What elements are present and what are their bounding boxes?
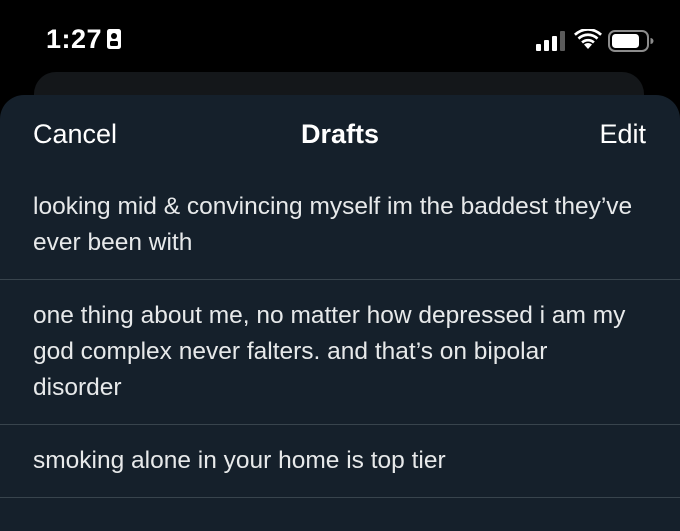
status-bar: 1:27 bbox=[0, 0, 680, 80]
drafts-list: looking mid & convincing myself im the b… bbox=[0, 175, 680, 498]
edit-button[interactable]: Edit bbox=[599, 119, 646, 150]
screen: 1:27 Cancel Drafts Edit looking mid & co… bbox=[0, 0, 680, 531]
badge-icon bbox=[107, 29, 121, 49]
cellular-signal-icon bbox=[536, 31, 565, 51]
draft-item[interactable]: one thing about me, no matter how depres… bbox=[0, 280, 680, 425]
battery-icon bbox=[608, 30, 654, 52]
status-time: 1:27 bbox=[46, 24, 103, 54]
drafts-nav-bar: Cancel Drafts Edit bbox=[0, 95, 680, 175]
page-title: Drafts bbox=[300, 119, 380, 149]
drafts-sheet: Cancel Drafts Edit looking mid & convinc… bbox=[0, 95, 680, 531]
draft-item[interactable]: looking mid & convincing myself im the b… bbox=[0, 175, 680, 280]
draft-item[interactable]: smoking alone in your home is top tier bbox=[0, 425, 680, 498]
wifi-icon bbox=[574, 29, 602, 49]
